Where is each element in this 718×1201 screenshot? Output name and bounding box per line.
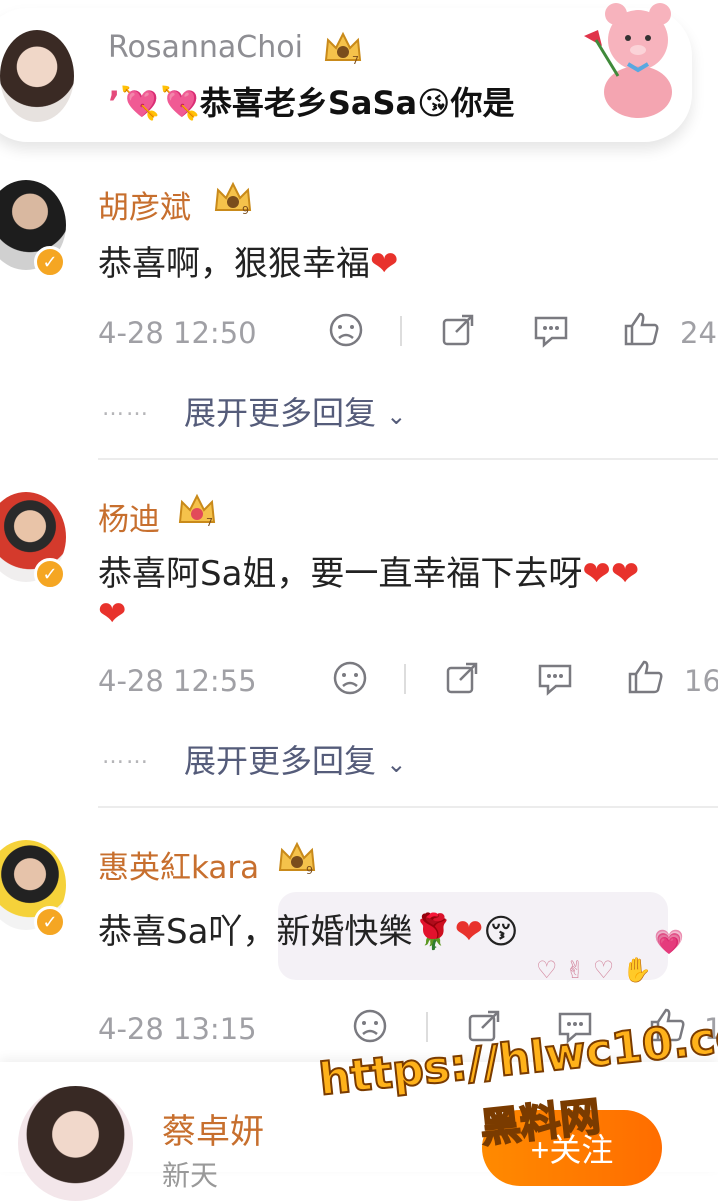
kiss-face-emoji-icon: 😚: [483, 912, 519, 952]
share-icon[interactable]: [440, 312, 476, 356]
share-icon[interactable]: [444, 660, 480, 704]
verified-badge-icon: ✓: [34, 906, 66, 938]
banner-avatar[interactable]: [0, 30, 74, 122]
dislike-face-icon[interactable]: [352, 1008, 388, 1052]
chevron-down-icon: ⌄: [386, 750, 407, 778]
divider: [426, 1012, 428, 1042]
like-thumb-icon[interactable]: [626, 658, 664, 704]
heart-emoji-icon: ❤❤: [582, 554, 640, 594]
comment-icon[interactable]: [536, 662, 574, 704]
heart-emoji-icon: ❤: [454, 912, 484, 952]
bear-sticker-icon: [578, 0, 688, 120]
expand-more-replies-link[interactable]: 展开更多回复 ⌄: [184, 736, 406, 782]
bottom-avatar[interactable]: [18, 1086, 133, 1201]
crown-level-icon: 9: [276, 840, 318, 877]
comment-text: 恭喜Sa吖，新婚快樂🌹❤😚: [98, 912, 519, 952]
heart-emoji-icon: ❤: [98, 594, 127, 634]
dislike-face-icon[interactable]: [332, 660, 368, 704]
heart-emoji-icon: ʼ💘💘: [108, 84, 200, 122]
comment-timestamp: 4-28 12:50: [98, 316, 257, 350]
commenter-name[interactable]: 惠英紅kara: [98, 842, 259, 887]
heart-emoji-icon: ❤: [370, 244, 399, 284]
more-replies-dots: ……: [102, 744, 150, 769]
banner-comment-text: ʼ💘💘恭喜老乡SaSa😘你是: [108, 84, 515, 122]
comment-text: 恭喜阿Sa姐，要一直幸福下去呀❤❤: [98, 554, 640, 594]
commenter-name[interactable]: 杨迪: [98, 494, 160, 539]
svg-text:7: 7: [352, 54, 359, 66]
crown-level-icon: 7: [176, 492, 218, 529]
emoji-face-icon: 😘: [417, 84, 451, 122]
chevron-down-icon: ⌄: [386, 402, 407, 430]
crown-level-icon: 7: [322, 30, 364, 67]
svg-text:9: 9: [242, 204, 249, 216]
comment-icon[interactable]: [532, 314, 570, 356]
more-replies-dots: ……: [102, 396, 150, 421]
svg-text:7: 7: [206, 516, 213, 528]
expand-more-replies-link[interactable]: 展开更多回复 ⌄: [184, 388, 406, 434]
like-count: 24: [680, 316, 717, 350]
dislike-face-icon[interactable]: [328, 312, 364, 356]
verified-badge-icon: ✓: [34, 246, 66, 278]
divider: [404, 664, 406, 694]
verified-badge-icon: ✓: [34, 558, 66, 590]
comment-text: 恭喜啊，狠狠幸福❤: [98, 244, 399, 284]
commenter-name[interactable]: 胡彦斌: [98, 182, 191, 227]
like-thumb-icon[interactable]: [622, 310, 660, 356]
svg-text:9: 9: [306, 864, 313, 876]
banner-username[interactable]: RosannaChoi: [108, 30, 303, 65]
like-count: 16: [684, 664, 718, 698]
rose-emoji-icon: 🌹: [412, 912, 455, 952]
comment-divider: [98, 806, 718, 808]
divider: [400, 316, 402, 346]
bottom-subtitle: 新天: [162, 1159, 219, 1192]
crown-level-icon: 9: [212, 180, 254, 217]
comment-timestamp: 4-28 12:55: [98, 664, 257, 698]
comment-timestamp: 4-28 13:15: [98, 1012, 257, 1046]
bottom-username[interactable]: 蔡卓妍: [162, 1104, 264, 1153]
comment-divider: [98, 458, 718, 460]
